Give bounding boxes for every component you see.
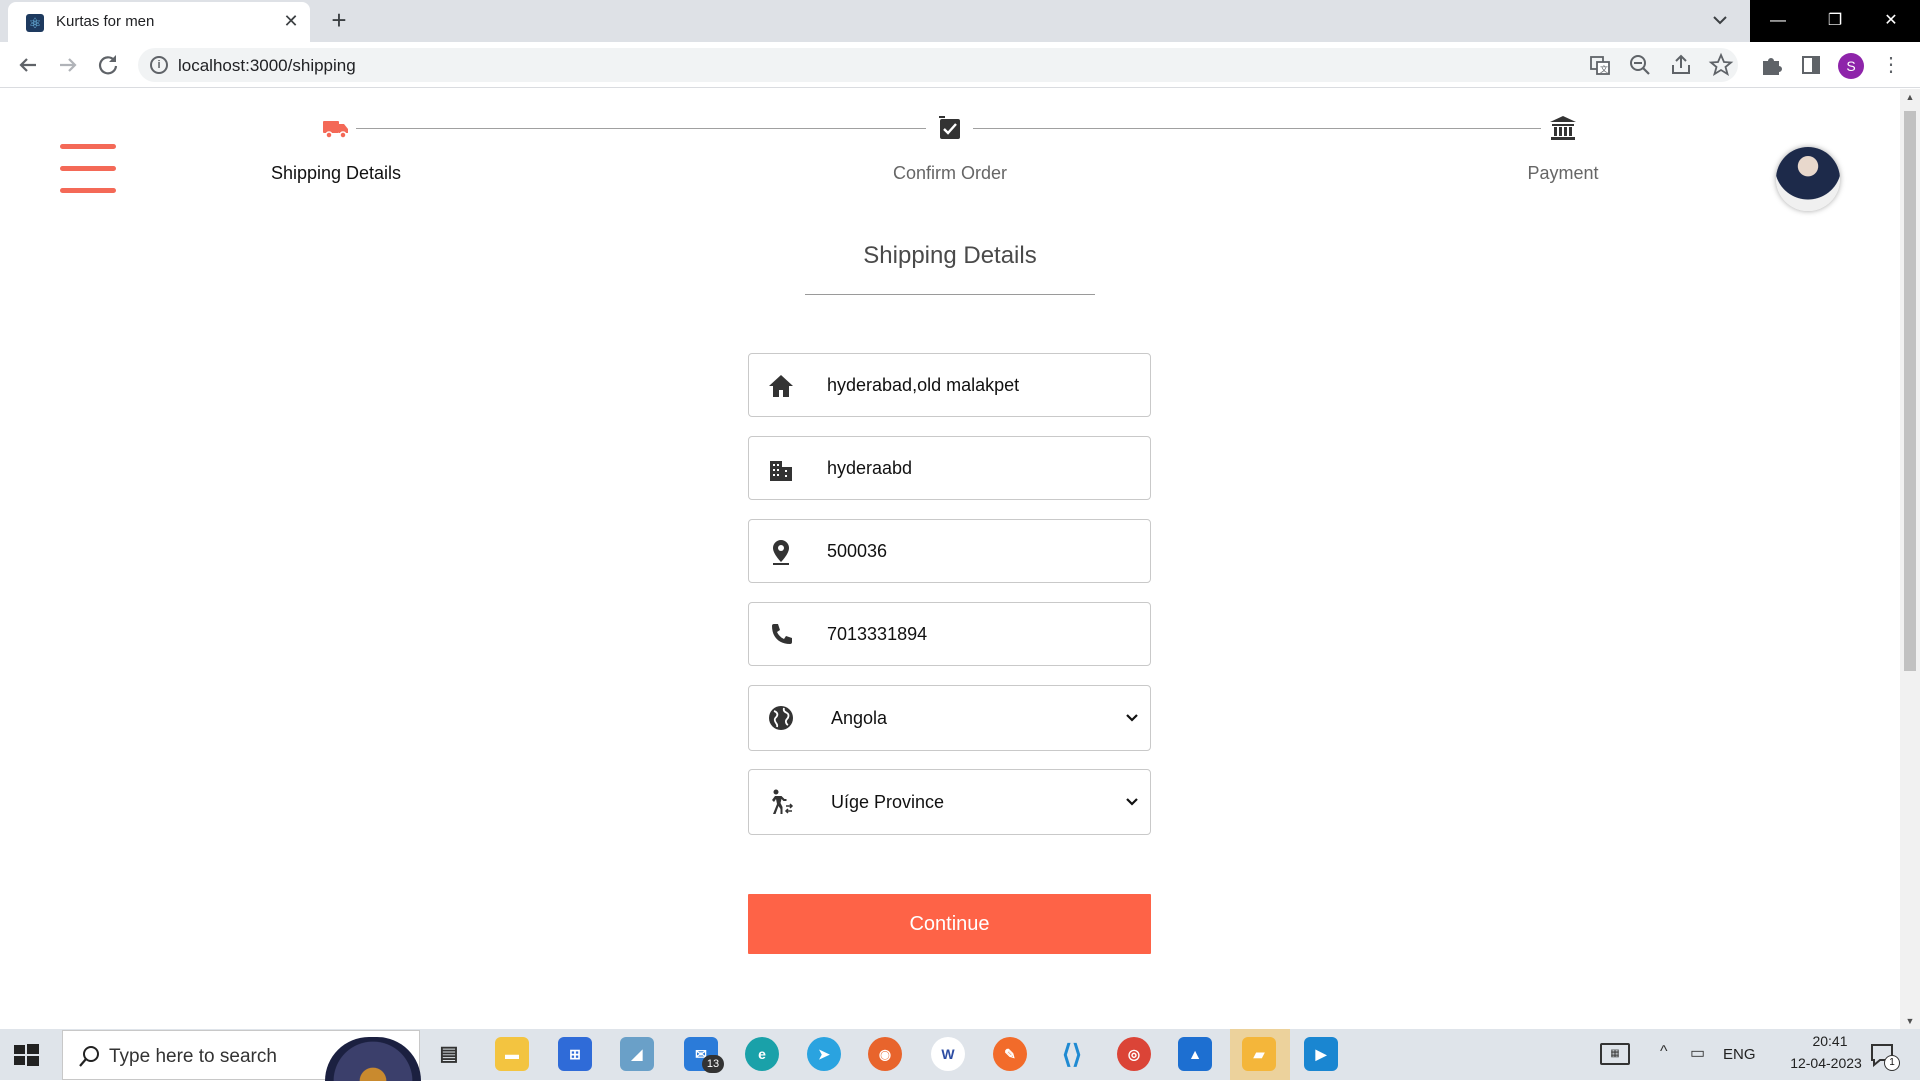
transfer-within-station-icon: [767, 788, 795, 816]
photos-icon[interactable]: ▲: [1178, 1037, 1212, 1071]
bank-icon: [1549, 115, 1577, 141]
stepper-connector: [973, 128, 1541, 129]
task-view-icon[interactable]: ▤: [432, 1037, 466, 1071]
check-box-icon: [936, 115, 964, 141]
address-bar[interactable]: i localhost:3000/shipping: [138, 48, 1738, 82]
globe-icon: [767, 704, 795, 732]
word-app-icon[interactable]: W: [931, 1037, 965, 1071]
microsoft-store-icon[interactable]: ⊞: [558, 1037, 592, 1071]
state-select[interactable]: Uíge Province: [748, 769, 1151, 835]
svg-text:文: 文: [1600, 64, 1608, 74]
city-buildings-icon: [767, 455, 795, 483]
vscode-icon[interactable]: ⟨⟩: [1055, 1037, 1089, 1071]
page-scrollbar[interactable]: ▲ ▼: [1900, 89, 1920, 1029]
taskbar-search-box[interactable]: Type here to search: [62, 1030, 421, 1081]
scroll-up-icon[interactable]: ▲: [1904, 91, 1916, 103]
tray-chevron-up-icon[interactable]: ^: [1660, 1043, 1668, 1061]
heading-divider: [805, 294, 1095, 295]
user-avatar[interactable]: [1776, 147, 1840, 211]
close-tab-icon[interactable]: ✕: [280, 10, 302, 32]
step-label-shipping: Shipping Details: [270, 163, 402, 183]
phone-field[interactable]: 7013331894: [748, 602, 1151, 666]
file-explorer-icon[interactable]: ▬: [495, 1037, 529, 1071]
windows-taskbar: Type here to search ▤ ▬ ⊞ ◢ ✉ 13 e ➤ ◉ W…: [0, 1029, 1920, 1081]
address-field[interactable]: hyderabad,old malakpet: [748, 353, 1151, 417]
clock-date[interactable]: 12-04-2023: [1776, 1055, 1876, 1071]
translate-icon[interactable]: 文: [1586, 51, 1614, 79]
extensions-puzzle-icon[interactable]: [1757, 51, 1785, 79]
step-label-confirm: Confirm Order: [892, 163, 1008, 183]
home-icon: [767, 372, 795, 400]
hamburger-menu-icon[interactable]: [60, 144, 116, 194]
forward-icon[interactable]: [54, 51, 82, 79]
stepper-connector: [356, 128, 926, 129]
country-select[interactable]: Angola: [748, 685, 1151, 751]
windows-start-icon[interactable]: [10, 1039, 42, 1071]
bookmark-star-icon[interactable]: [1707, 51, 1735, 79]
scroll-down-icon[interactable]: ▼: [1904, 1015, 1916, 1027]
app-icon[interactable]: ◢: [620, 1037, 654, 1071]
country-value: Angola: [831, 708, 888, 728]
edge-browser-icon[interactable]: e: [745, 1037, 779, 1071]
profile-avatar[interactable]: S: [1838, 53, 1864, 79]
side-panel-icon[interactable]: [1797, 51, 1825, 79]
pincode-value: 500036: [827, 541, 888, 561]
restore-window-icon[interactable]: ❐: [1807, 0, 1863, 42]
zoom-out-icon[interactable]: [1626, 51, 1654, 79]
step-label-payment: Payment: [1527, 163, 1599, 183]
chevron-down-icon: [1124, 710, 1140, 726]
back-icon[interactable]: [14, 51, 42, 79]
city-value: hyderaabd: [827, 458, 913, 478]
notification-count: 1: [1884, 1055, 1900, 1071]
state-value: Uíge Province: [831, 792, 945, 812]
browser-menu-icon[interactable]: ⋮: [1877, 51, 1905, 79]
scroll-thumb[interactable]: [1904, 111, 1916, 671]
tab-title: Kurtas for men: [56, 13, 155, 30]
keyboard-icon[interactable]: ▦: [1600, 1043, 1630, 1065]
url-text: localhost:3000/shipping: [178, 56, 356, 75]
new-tab-button[interactable]: +: [325, 6, 353, 34]
close-window-icon[interactable]: ✕: [1863, 0, 1919, 42]
react-favicon-icon: ⚛: [26, 14, 44, 32]
postman-icon[interactable]: ✎: [993, 1037, 1027, 1071]
search-highlight-image: [325, 1037, 421, 1081]
address-value: hyderabad,old malakpet: [827, 375, 1020, 395]
city-field[interactable]: hyderaabd: [748, 436, 1151, 500]
sticky-app-icon[interactable]: ▰: [1242, 1037, 1276, 1071]
mail-badge: 13: [702, 1055, 724, 1073]
pincode-field[interactable]: 500036: [748, 519, 1151, 583]
phone-icon: [767, 621, 795, 649]
minimize-window-icon[interactable]: —: [1750, 0, 1806, 42]
search-placeholder: Type here to search: [109, 1046, 277, 1067]
phone-value: 7013331894: [827, 624, 928, 644]
telegram-icon[interactable]: ➤: [807, 1037, 841, 1071]
browser-tab-bar: ⚛ Kurtas for men ✕ + — ❐ ✕: [0, 0, 1920, 42]
window-controls: — ❐ ✕: [1750, 0, 1920, 42]
clock-time[interactable]: 20:41: [1790, 1033, 1870, 1049]
location-pin-icon: [767, 538, 795, 566]
browser-toolbar: i localhost:3000/shipping 文 S ⋮: [0, 42, 1920, 88]
reload-icon[interactable]: [94, 51, 122, 79]
shipping-page: Shipping Details Confirm Order Payment S…: [0, 89, 1900, 1029]
chevron-down-icon: [1124, 794, 1140, 810]
firefox-icon[interactable]: ◉: [868, 1037, 902, 1071]
tab-search-chevron-icon[interactable]: [1706, 6, 1734, 34]
network-icon[interactable]: ▭: [1690, 1043, 1705, 1063]
media-player-icon[interactable]: ▶: [1304, 1037, 1338, 1071]
site-info-icon[interactable]: i: [150, 56, 168, 74]
search-icon: [77, 1043, 103, 1069]
share-icon[interactable]: [1667, 51, 1695, 79]
chrome-icon[interactable]: ◎: [1117, 1037, 1151, 1071]
continue-button[interactable]: Continue: [748, 894, 1151, 954]
page-title: Shipping Details: [863, 242, 1037, 269]
language-indicator[interactable]: ENG: [1723, 1046, 1756, 1063]
browser-tab[interactable]: ⚛ Kurtas for men ✕: [8, 2, 310, 42]
truck-icon: [322, 115, 350, 141]
